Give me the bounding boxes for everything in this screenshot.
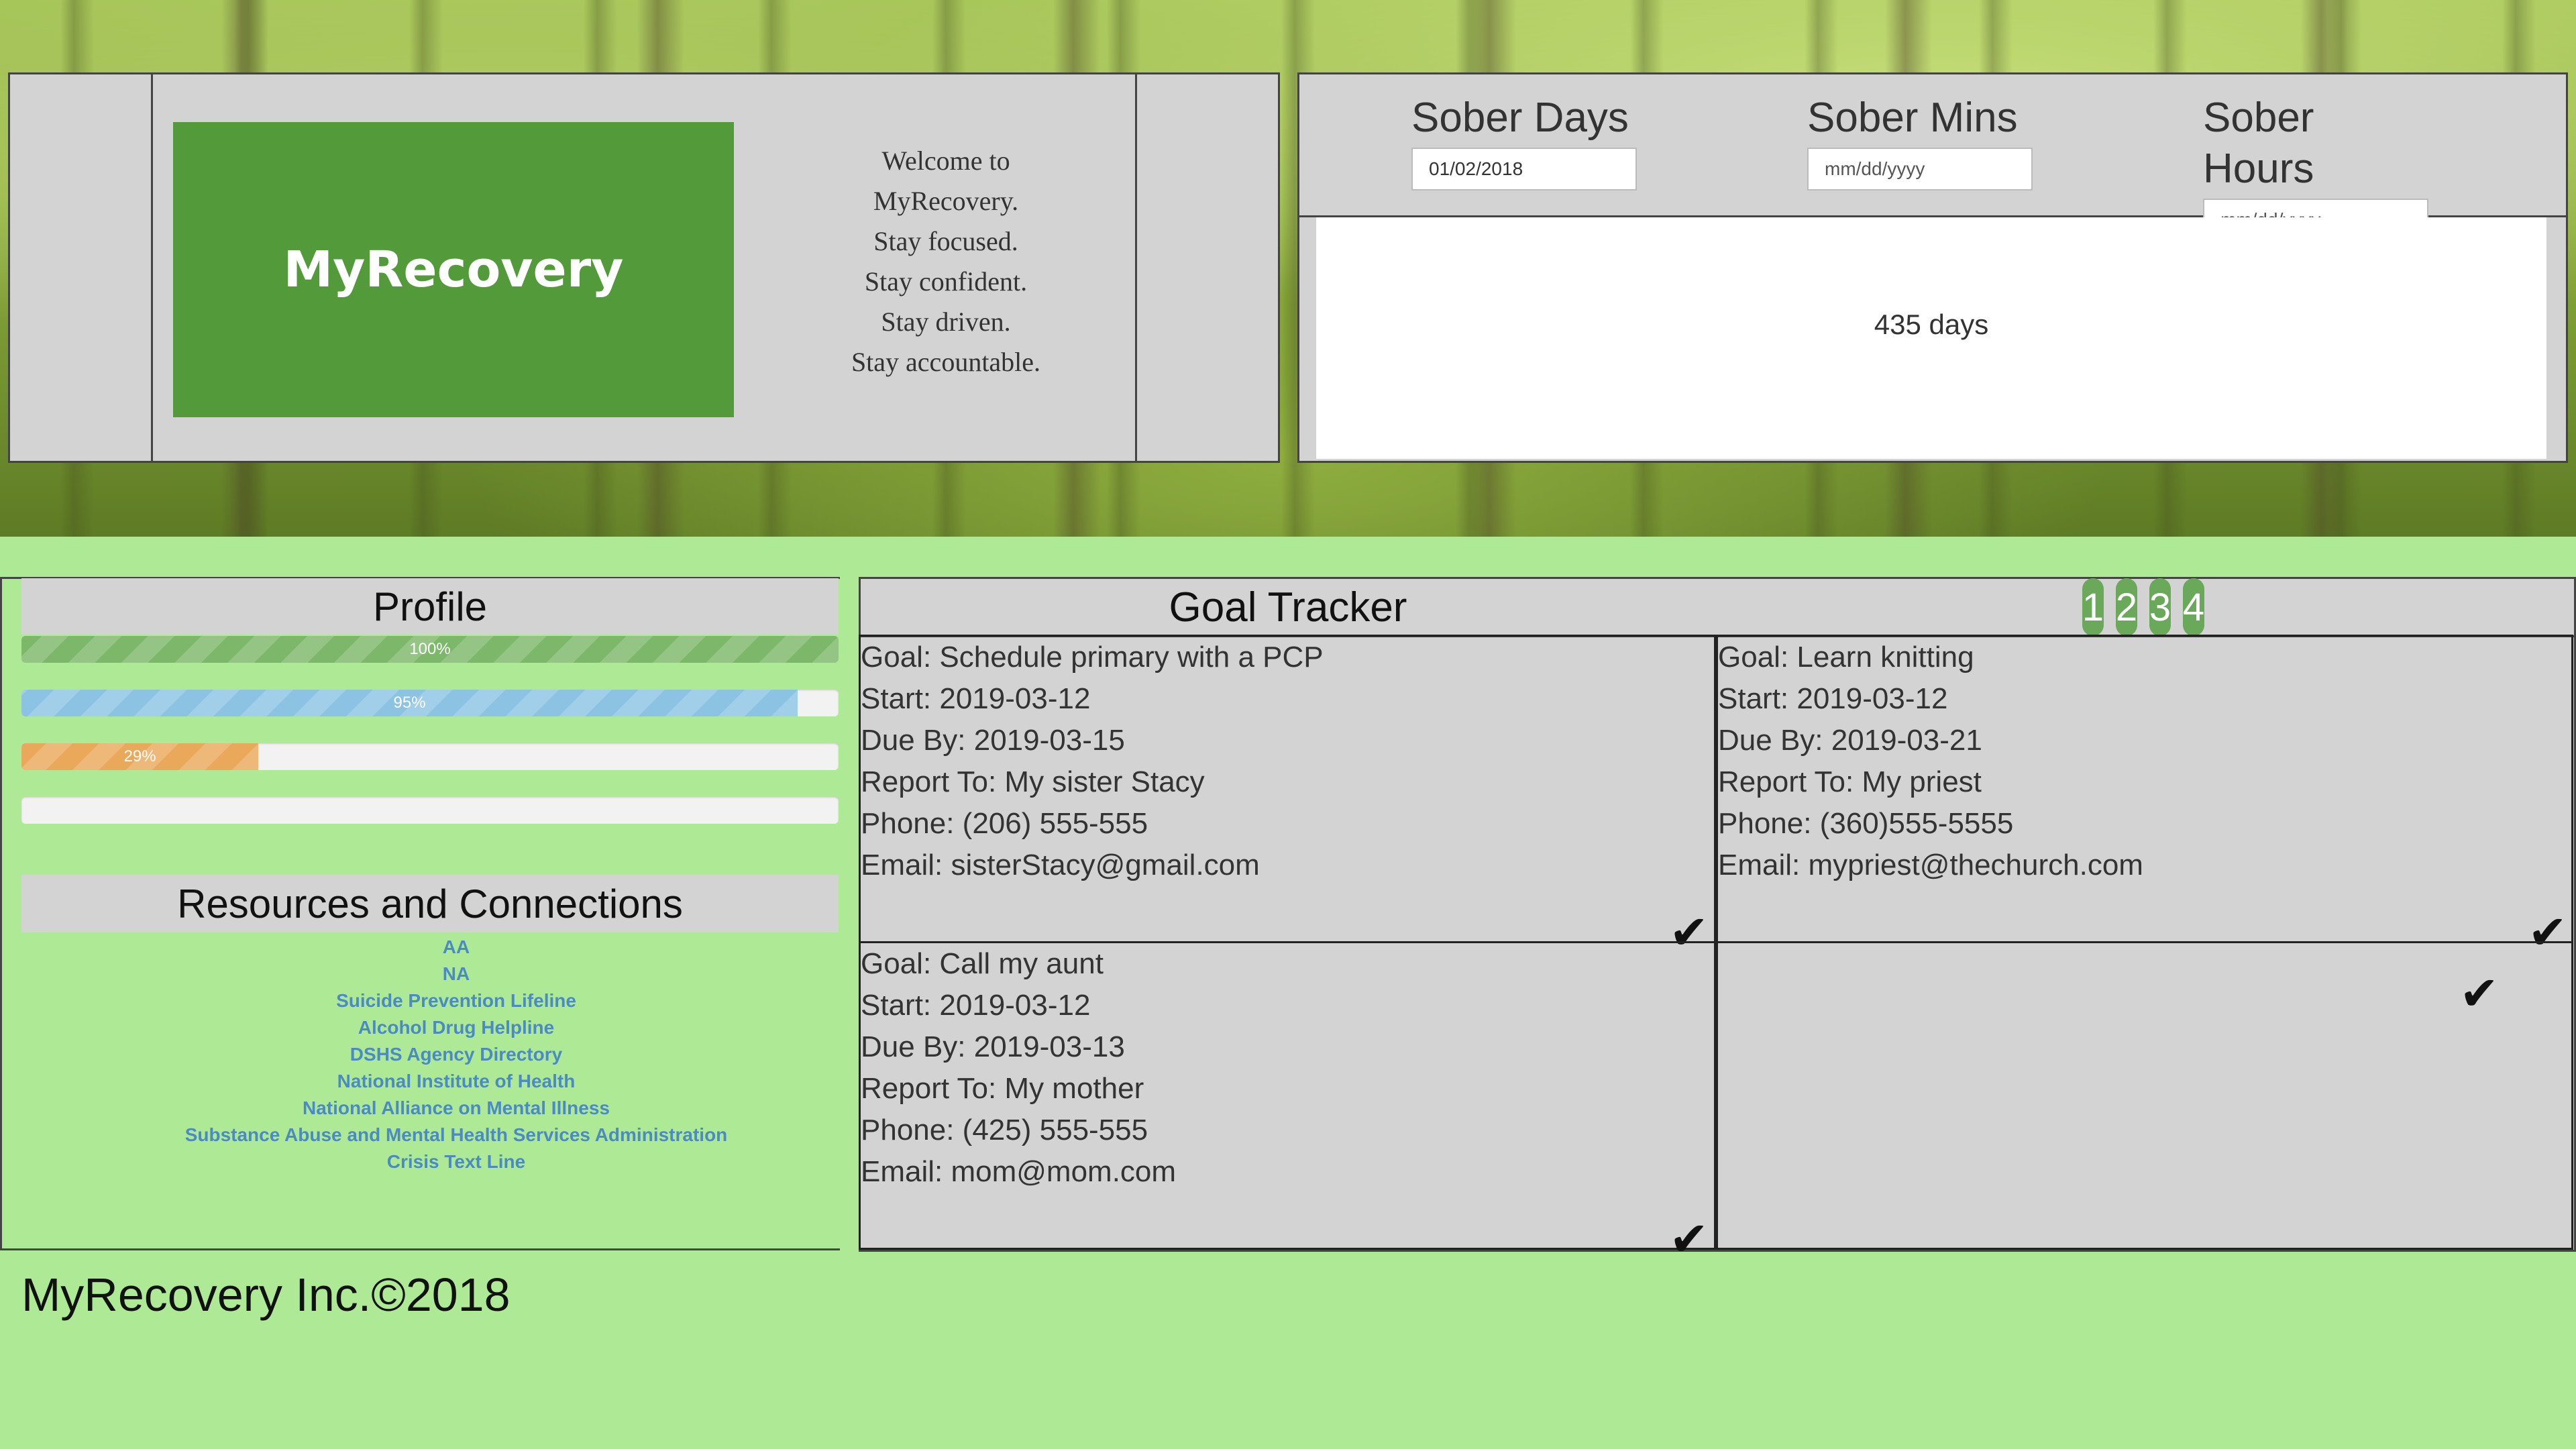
goal-phone: Phone: (425) 555-555 [861,1114,1148,1146]
resource-link-samhsa[interactable]: Substance Abuse and Mental Health Servic… [21,1122,891,1148]
profile-progress-bar: 100% [21,636,839,663]
progress-fill: 29% [21,743,259,770]
welcome-message: Welcome to MyRecovery. Stay focused. Sta… [771,141,1120,382]
goal-start: Start: 2019-03-12 [861,989,1091,1022]
resource-link-nih[interactable]: National Institute of Health [21,1068,891,1095]
goal-name: Goal: Learn knitting [1718,641,1974,674]
resource-link-na[interactable]: NA [21,961,891,987]
goal-due: Due By: 2019-03-13 [861,1030,1125,1063]
progress-fill: 100% [21,636,839,663]
profile-title: Profile [372,584,488,629]
goal-phone: Phone: (206) 555-555 [861,807,1148,840]
goal-name: Goal: Schedule primary with a PCP [861,641,1324,674]
sober-mins-date-input[interactable] [1807,148,2033,191]
resources-header: Resources and Connections [21,875,839,932]
sober-hours-title: Sober Hours [2203,95,2314,192]
profile-progress-bar [21,797,839,824]
welcome-line: Stay driven. [881,307,1011,337]
goal-card: Goal: Learn knitting Start: 2019-03-12 D… [1716,635,2573,956]
goal-report-to: Report To: My sister Stacy [861,765,1205,798]
resource-link-suicide-prevention[interactable]: Suicide Prevention Lifeline [21,987,891,1014]
welcome-line: Stay confident. [864,266,1028,297]
sober-days-group: Sober Days [1411,93,1640,191]
goal-tracker-title: Goal Tracker [1169,584,1407,631]
goal-card: Goal: Call my aunt Start: 2019-03-12 Due… [859,941,1716,1263]
sober-days-title: Sober Days [1411,95,1629,141]
resource-link-aa[interactable]: AA [21,934,891,961]
goal-card: Goal: Schedule primary with a PCP Start:… [859,635,1716,956]
resource-link-dshs-directory[interactable]: DSHS Agency Directory [21,1041,891,1068]
checkmark-icon[interactable]: ✔ [1669,1216,1709,1263]
goal-page-button-1[interactable]: 1 [2082,578,2104,636]
goal-email: Email: sisterStacy@gmail.com [861,849,1260,881]
welcome-line: Stay accountable. [851,347,1041,377]
welcome-line: Stay focused. [873,226,1018,256]
resource-link-list: AA NA Suicide Prevention Lifeline Alcoho… [21,934,891,1175]
sober-result-text: 435 days [1874,309,1989,340]
goal-email: Email: mypriest@thechurch.com [1718,849,2143,881]
profile-progress-bar: 95% [21,690,839,716]
sober-days-date-input[interactable] [1411,148,1637,191]
sober-mins-title: Sober Mins [1807,95,2018,141]
resource-link-nami[interactable]: National Alliance on Mental Illness [21,1095,891,1122]
goal-card-empty: ✔ [1716,941,2573,1250]
welcome-line: Welcome to [881,146,1010,176]
goal-report-to: Report To: My priest [1718,765,1982,798]
resources-title: Resources and Connections [177,881,683,926]
goal-name: Goal: Call my aunt [861,947,1104,980]
sober-result-box: 435 days [1316,217,2546,459]
goal-report-to: Report To: My mother [861,1072,1144,1105]
footer-copyright: MyRecovery Inc.©2018 [21,1269,511,1321]
profile-header: Profile [21,578,839,635]
sober-mins-group: Sober Mins [1807,93,2035,191]
goal-email: Email: mom@mom.com [861,1155,1177,1188]
goal-page-button-4[interactable]: 4 [2183,578,2204,636]
goal-pagination: 1 2 3 4 [2082,578,2204,636]
goal-page-button-2[interactable]: 2 [2116,578,2137,636]
brand-logo-text: MyRecovery [283,241,624,299]
goal-page-button-3[interactable]: 3 [2149,578,2171,636]
profile-progress-bar: 29% [21,743,839,770]
goal-phone: Phone: (360)555-5555 [1718,807,2014,840]
welcome-line: MyRecovery. [873,186,1019,216]
resource-link-crisis-text-line[interactable]: Crisis Text Line [21,1148,891,1175]
checkmark-icon[interactable]: ✔ [2459,970,2499,1017]
goal-start: Start: 2019-03-12 [1718,682,1948,715]
goal-start: Start: 2019-03-12 [861,682,1091,715]
progress-fill: 95% [21,690,798,716]
resource-link-alcohol-drug-helpline[interactable]: Alcohol Drug Helpline [21,1014,891,1041]
goal-due: Due By: 2019-03-21 [1718,724,1982,757]
brand-logo[interactable]: MyRecovery [173,122,734,417]
goal-due: Due By: 2019-03-15 [861,724,1125,757]
